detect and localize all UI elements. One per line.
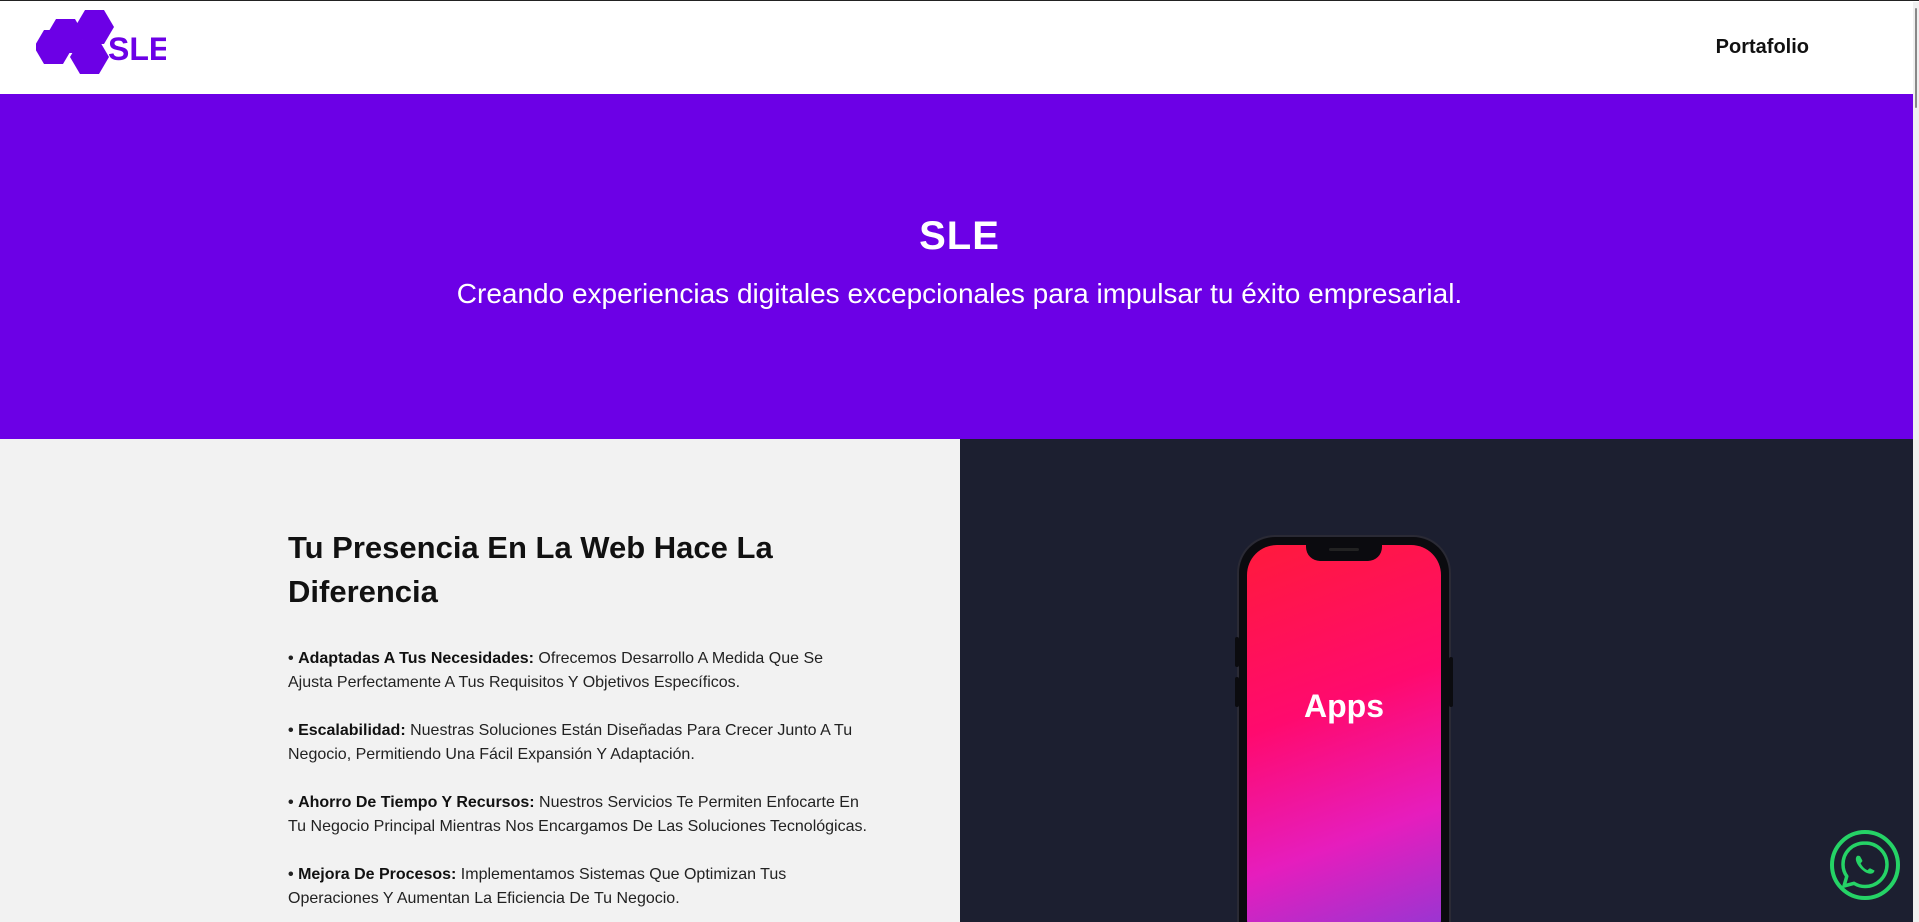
feature-item: • Adaptadas A Tus Necesidades: Ofrecemos…	[288, 647, 868, 695]
bullet: •	[288, 650, 294, 667]
hero-title: SLE	[919, 214, 1000, 258]
features-list: • Adaptadas A Tus Necesidades: Ofrecemos…	[288, 647, 868, 922]
feature-item: • Escalabilidad: Nuestras Soluciones Est…	[288, 719, 868, 767]
bullet: •	[288, 722, 294, 739]
feature-title: Escalabilidad:	[298, 722, 406, 739]
vertical-scrollbar[interactable]	[1913, 2, 1919, 922]
phone-mockup: Apps	[1235, 537, 1453, 922]
site-header: SLE Portafolio	[0, 2, 1919, 94]
apps-showcase-panel: Apps	[960, 439, 1919, 922]
phone-speaker	[1329, 548, 1359, 551]
phone-side-button	[1449, 657, 1453, 707]
feature-title: Adaptadas A Tus Necesidades:	[298, 650, 534, 667]
page: SLE Portafolio SLE Creando experiencias …	[0, 0, 1919, 922]
bullet: •	[288, 866, 294, 883]
bullet: •	[288, 794, 294, 811]
logo-text: SLE	[108, 31, 166, 67]
phone-side-button	[1235, 637, 1239, 667]
scrollbar-thumb[interactable]	[1915, 8, 1917, 108]
hexagon-logo-icon[interactable]: SLE	[36, 10, 166, 86]
feature-title: Ahorro De Tiempo Y Recursos:	[298, 794, 535, 811]
feature-item: • Mejora De Procesos: Implementamos Sist…	[288, 863, 868, 911]
phone-label: Apps	[1304, 688, 1384, 724]
whatsapp-icon[interactable]	[1829, 829, 1901, 901]
hero-section: SLE Creando experiencias digitales excep…	[0, 94, 1919, 439]
section-title: Tu Presencia En La Web Hace La Diferenci…	[288, 530, 773, 609]
features-panel: Tu Presencia En La Web Hace La Diferenci…	[0, 439, 960, 922]
phone-screen: Apps	[1247, 545, 1441, 922]
hero-subtitle: Creando experiencias digitales excepcion…	[456, 278, 1463, 309]
feature-title: Mejora De Procesos:	[298, 866, 457, 883]
phone-notch	[1306, 545, 1382, 561]
phone-side-button	[1235, 677, 1239, 707]
nav-link-portafolio[interactable]: Portafolio	[1716, 36, 1809, 59]
feature-item: • Ahorro De Tiempo Y Recursos: Nuestros …	[288, 791, 868, 839]
